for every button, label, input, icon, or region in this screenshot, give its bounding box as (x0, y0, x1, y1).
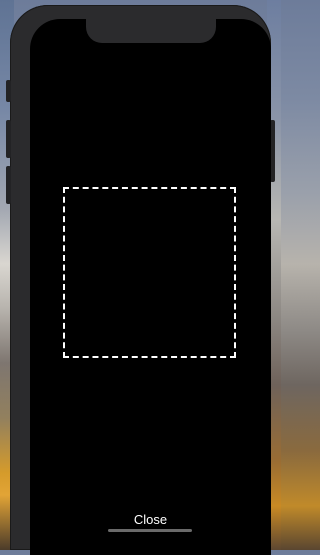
volume-up-button (6, 120, 11, 158)
home-indicator[interactable] (108, 529, 192, 532)
close-button[interactable]: Close (30, 510, 271, 529)
volume-down-button (6, 166, 11, 204)
silent-switch (6, 80, 11, 102)
scan-frame-icon (63, 187, 236, 358)
notch (86, 19, 216, 43)
phone-screen: Close (30, 19, 271, 555)
